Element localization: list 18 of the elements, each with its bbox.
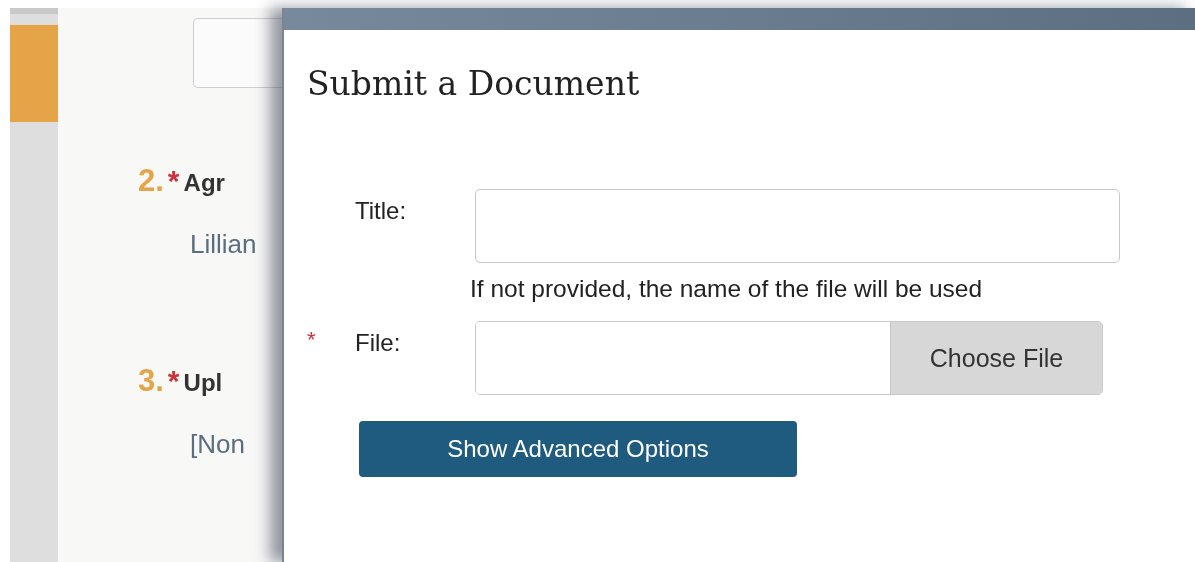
choose-file-button[interactable]: Choose File	[890, 322, 1102, 394]
input-field[interactable]	[193, 18, 282, 88]
step-number: 3.	[138, 363, 164, 399]
field-hint: If not provided, the name of the file will be used	[470, 275, 984, 303]
required-mark: *	[167, 364, 180, 398]
title-input[interactable]	[475, 189, 1120, 263]
step-value: [Non	[189, 429, 246, 460]
side-tab[interactable]	[10, 25, 58, 122]
step-number: 2.	[138, 163, 164, 199]
show-advanced-options-button[interactable]: Show Advanced Options	[359, 421, 797, 477]
required-mark: *	[167, 164, 180, 198]
dialog-title: Submit a Document	[307, 64, 641, 103]
file-input[interactable]: Choose File	[475, 321, 1103, 395]
required-mark: *	[307, 327, 316, 352]
step-label: Agr	[183, 169, 225, 197]
step-value: Lillian	[189, 229, 258, 260]
step-label: Upl	[183, 369, 223, 397]
field-label: File:	[355, 328, 402, 358]
